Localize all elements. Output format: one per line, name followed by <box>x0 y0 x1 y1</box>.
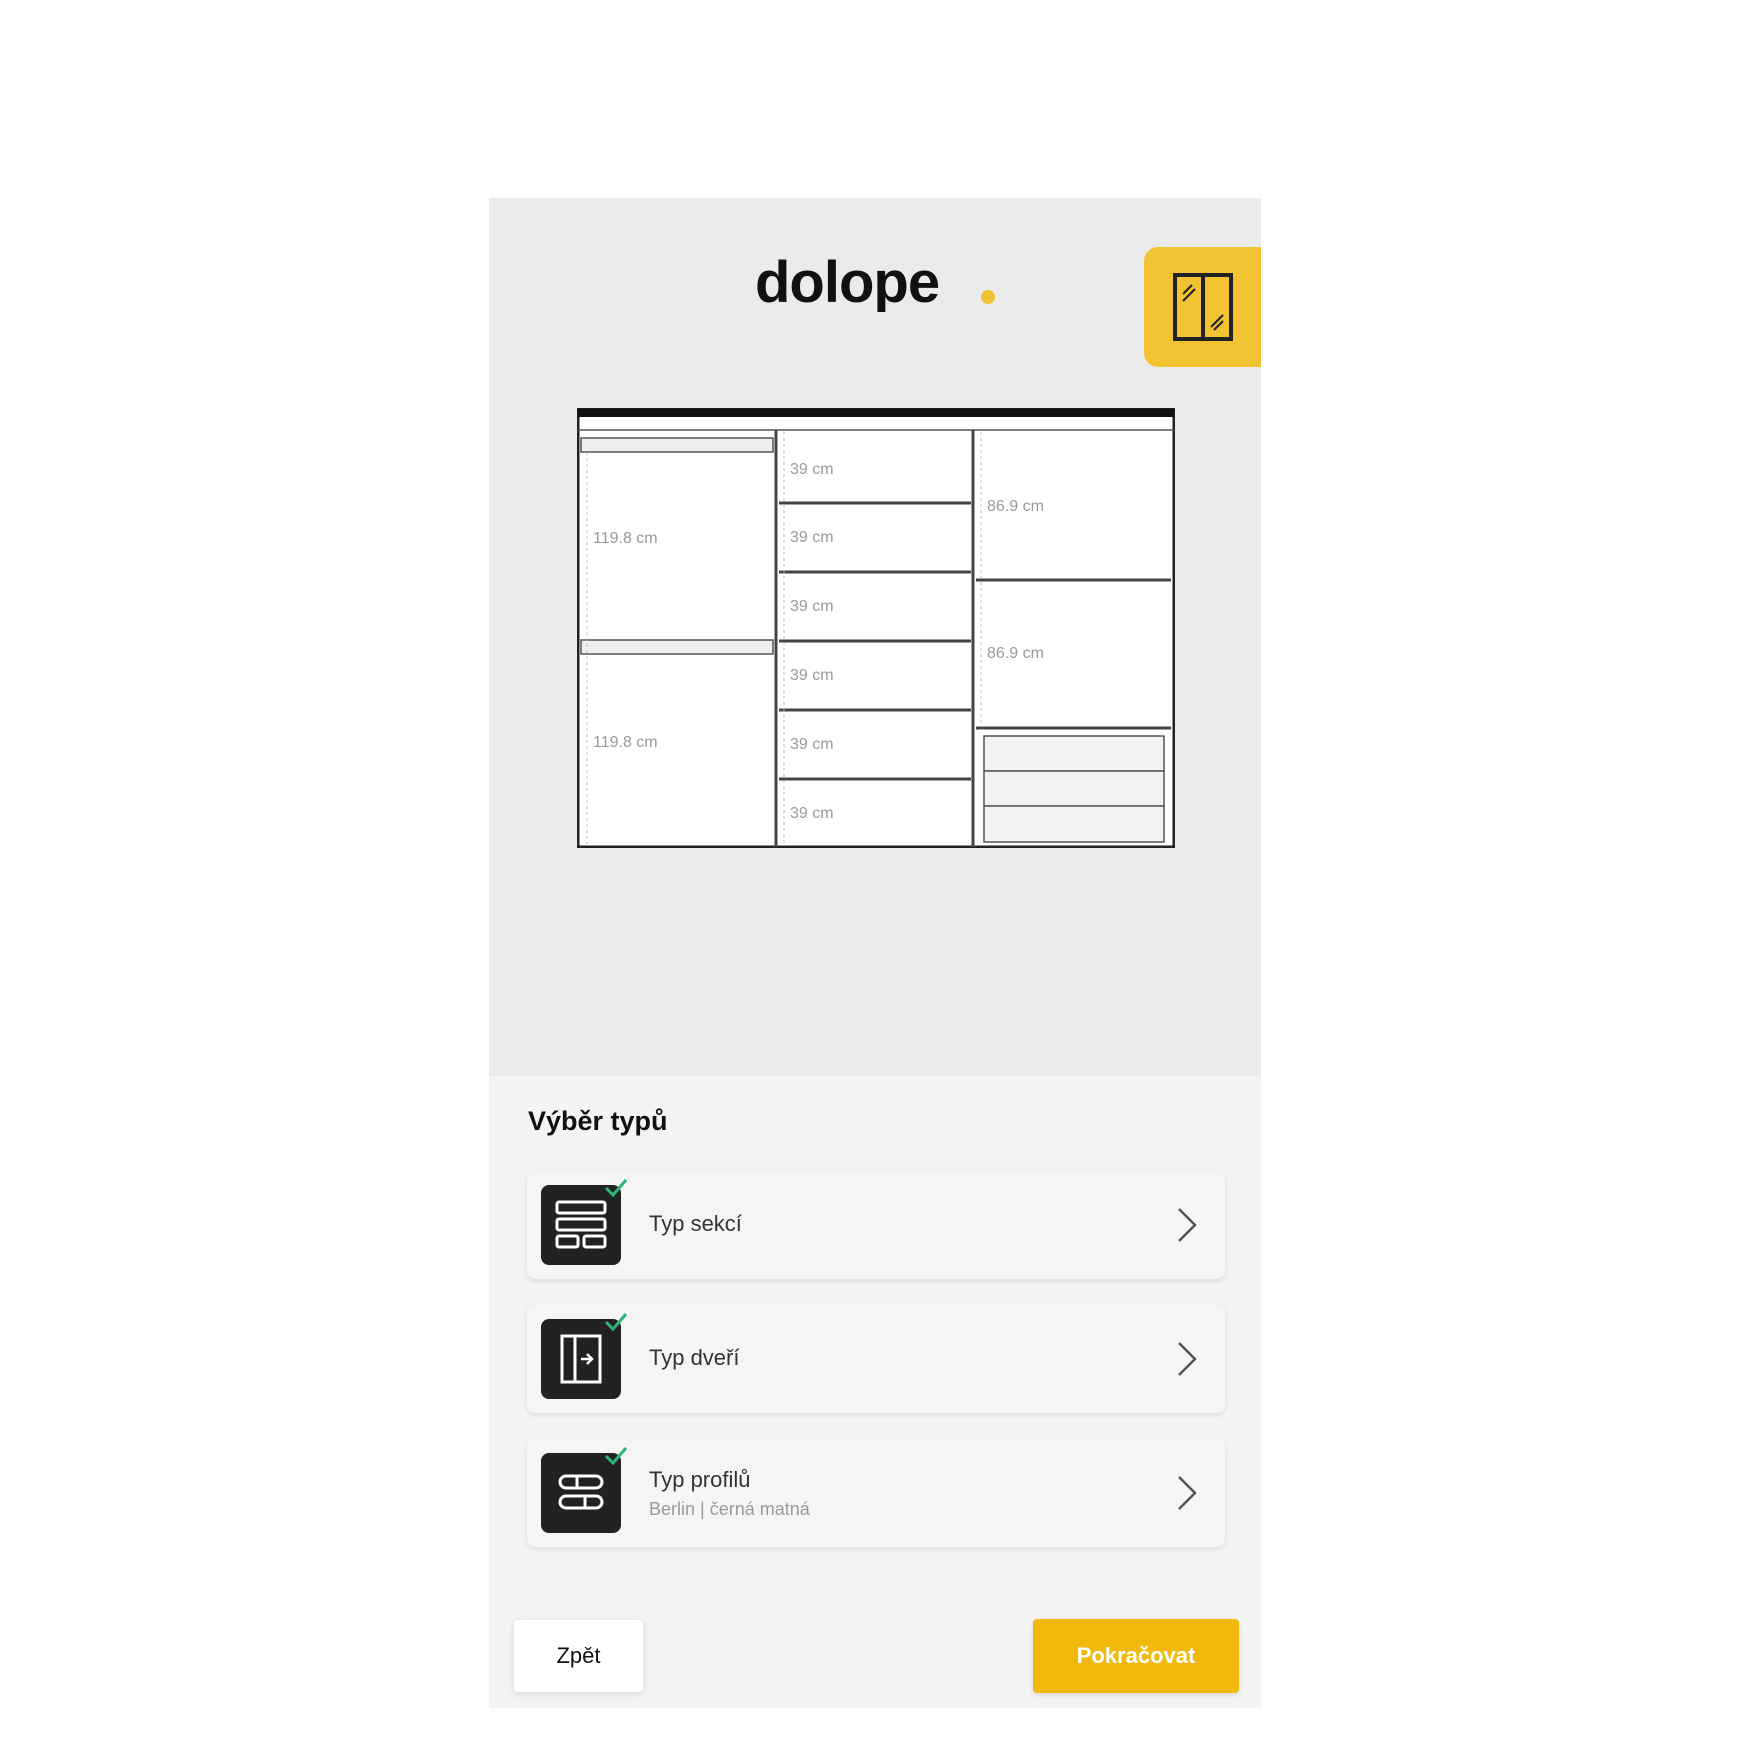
option-section-type[interactable]: Typ sekcí <box>527 1171 1225 1279</box>
option-label: Typ profilů <box>649 1467 751 1492</box>
option-door-type[interactable]: Typ dveří <box>527 1305 1225 1413</box>
continue-button[interactable]: Pokračovat <box>1033 1619 1239 1693</box>
dolope-logo: dolope <box>755 254 995 312</box>
wardrobe-preview: dolope 119.8 cm 119.8 cm 39 cm 39 cm 39 … <box>489 198 1261 1076</box>
wardrobe-configurator: dolope 119.8 cm 119.8 cm 39 cm 39 cm 39 … <box>489 198 1261 1708</box>
section-title: Výběr typů <box>528 1106 668 1136</box>
check-icon <box>604 1179 628 1198</box>
option-sublabel: Berlin | černá matná <box>649 1499 810 1519</box>
logo-text: dolope <box>755 254 939 312</box>
dimension-label: 39 cm <box>790 736 834 753</box>
option-label: Typ dveří <box>649 1345 740 1370</box>
check-icon <box>604 1447 628 1466</box>
dimension-label: 39 cm <box>790 529 834 546</box>
footer-bar: Zpět Pokračovat <box>489 1606 1261 1708</box>
option-label: Typ sekcí <box>649 1211 742 1236</box>
dimension-label: 119.8 cm <box>593 734 658 751</box>
dimension-label: 86.9 cm <box>987 498 1044 515</box>
dimension-label: 119.8 cm <box>593 530 658 547</box>
sliding-door-icon <box>1172 273 1233 341</box>
dimension-label: 39 cm <box>790 667 834 684</box>
drawer <box>983 770 1165 807</box>
option-profile-type[interactable]: Typ profilů Berlin | černá matná <box>527 1439 1225 1547</box>
chevron-right-icon <box>1178 1476 1197 1510</box>
dimension-label: 39 cm <box>790 805 834 822</box>
dimension-label: 39 cm <box>790 461 834 478</box>
back-button[interactable]: Zpět <box>514 1620 643 1692</box>
wardrobe-drawing: 119.8 cm 119.8 cm 39 cm 39 cm 39 cm 39 c… <box>577 408 1175 848</box>
chevron-right-icon <box>1178 1208 1197 1242</box>
dimension-label: 86.9 cm <box>987 645 1044 662</box>
logo-dot <box>981 290 995 304</box>
dimension-label: 39 cm <box>790 598 834 615</box>
door-view-toggle-button[interactable] <box>1144 247 1261 367</box>
chevron-right-icon <box>1178 1342 1197 1376</box>
drawer <box>983 735 1165 772</box>
drawer <box>983 805 1165 843</box>
check-icon <box>604 1313 628 1332</box>
